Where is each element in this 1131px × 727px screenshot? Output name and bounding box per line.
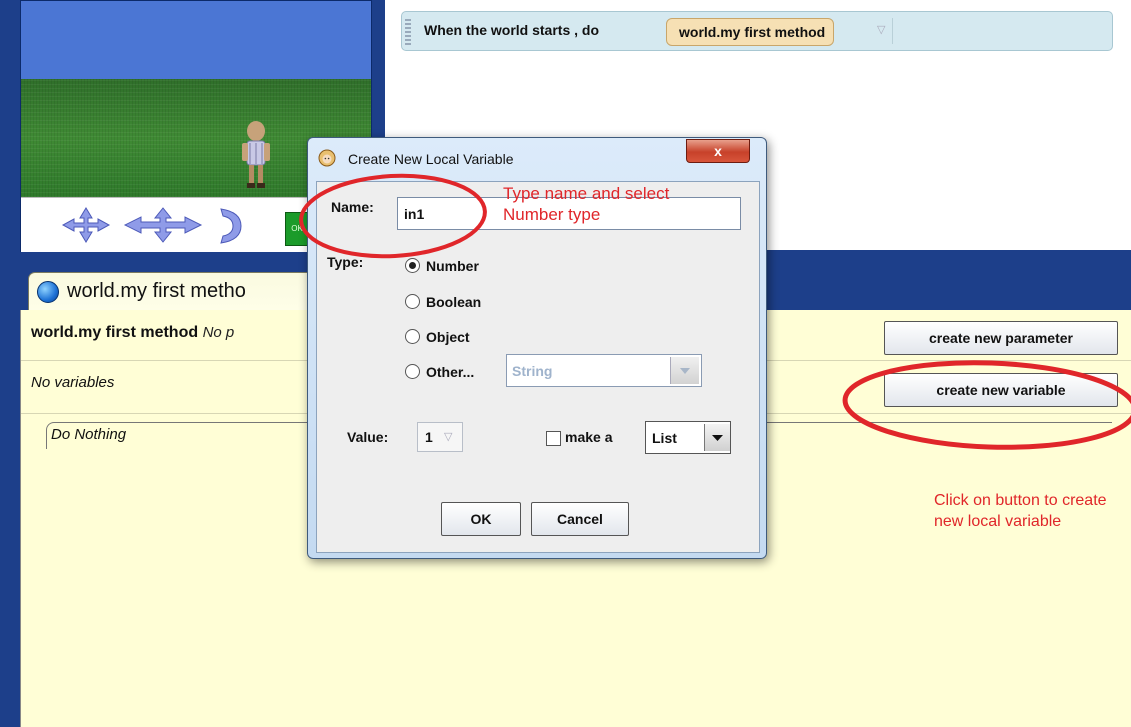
annotation-overlay: [299, 173, 1131, 450]
annotation-circle-name: [299, 173, 487, 259]
annotation-circle-create-variable: [842, 360, 1131, 450]
